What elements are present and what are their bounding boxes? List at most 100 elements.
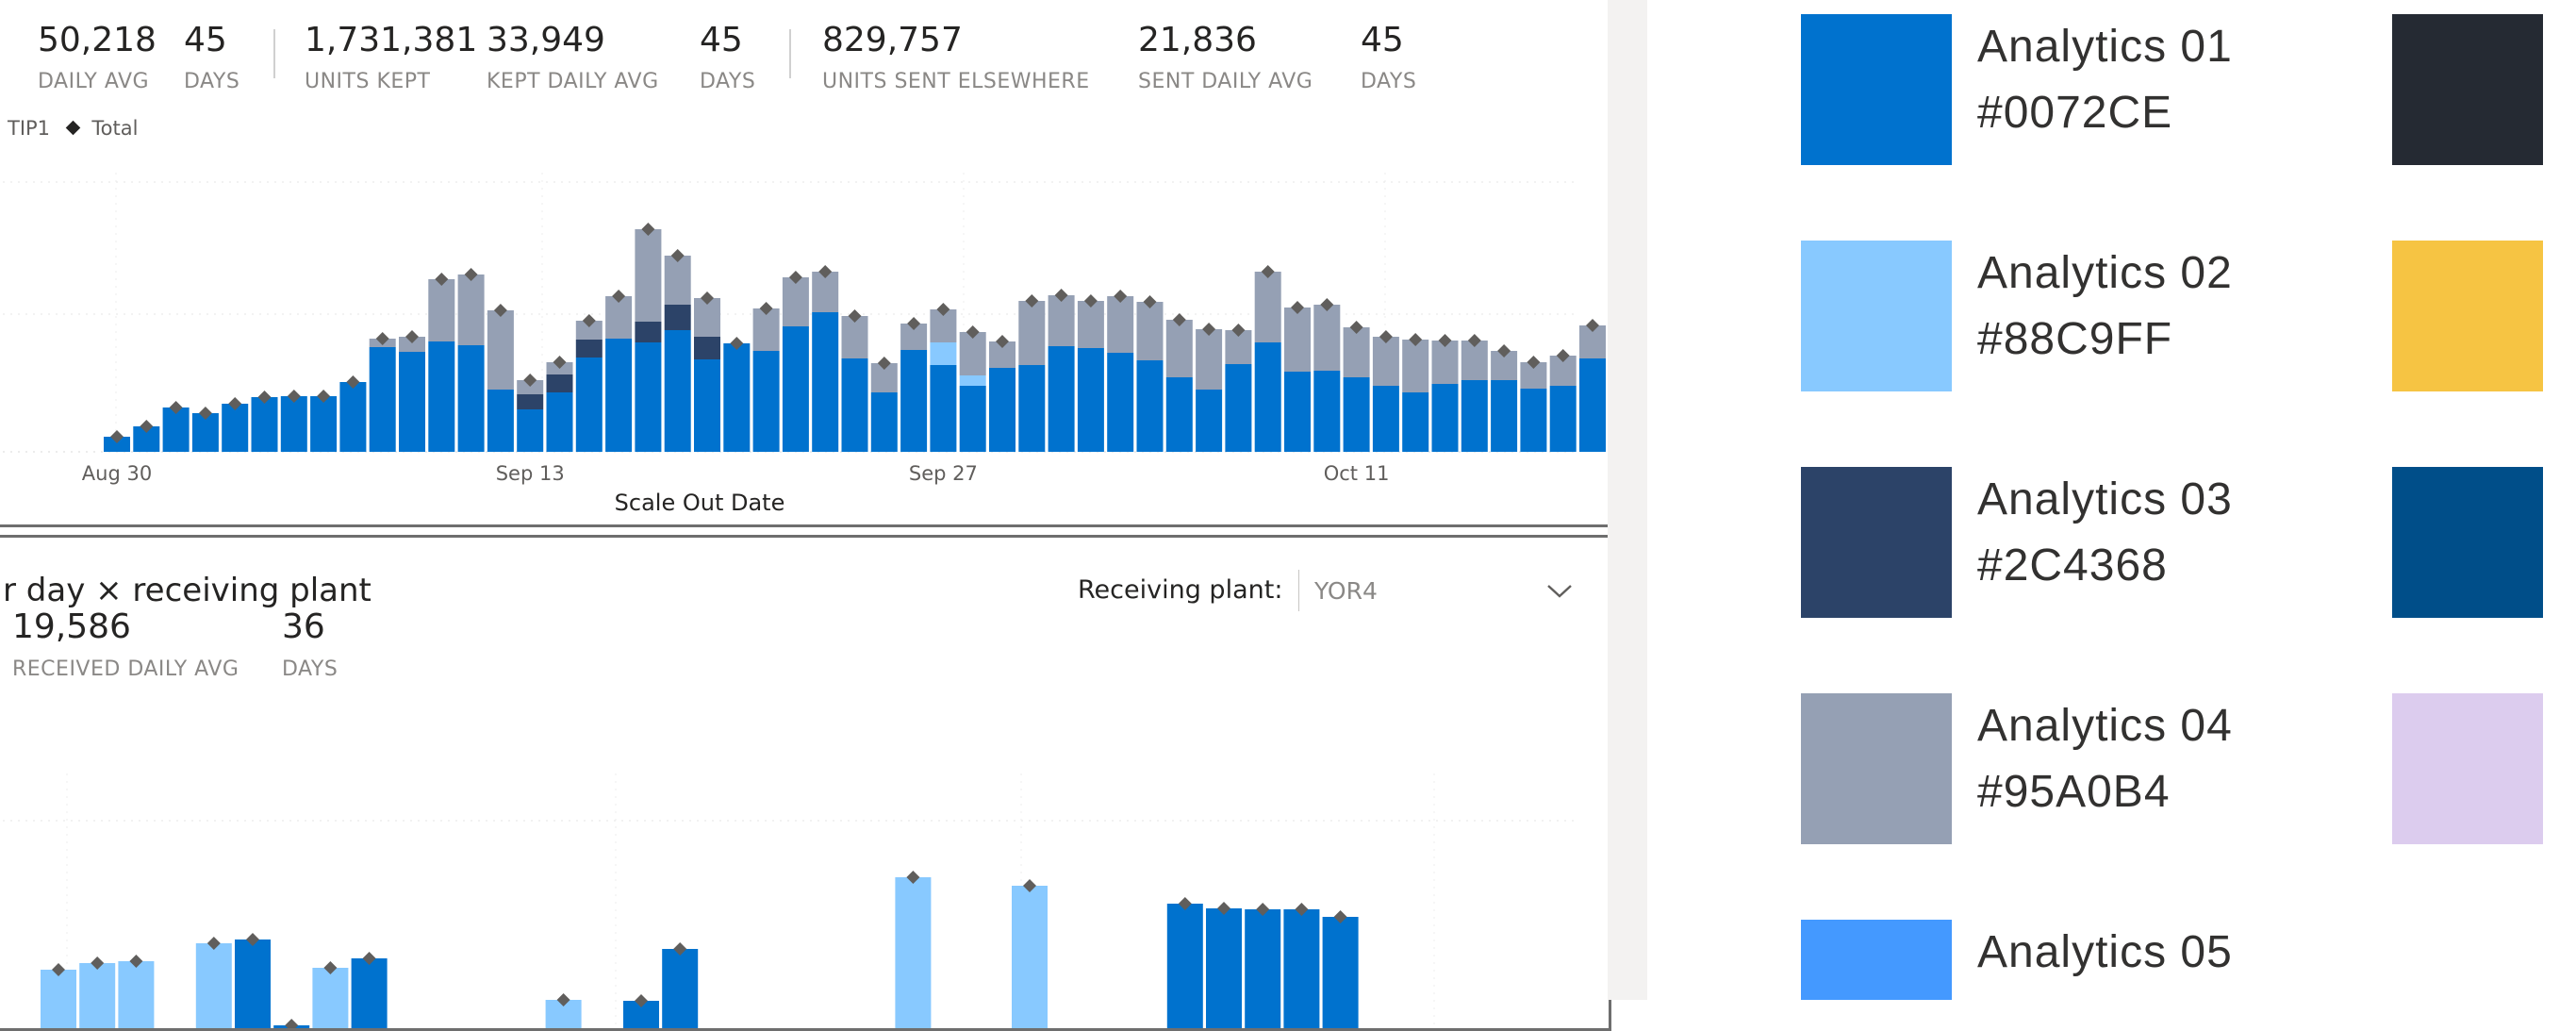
units-by-scale-out-card: 50,218 DAILY AVG 45 DAYS 1,731,381 UNITS… xyxy=(0,0,1611,527)
bar-segment xyxy=(1254,342,1281,452)
bar-segment xyxy=(1166,904,1203,1028)
bar-segment xyxy=(1206,908,1242,1028)
bar-segment xyxy=(1313,305,1341,371)
bar-segment xyxy=(339,382,367,452)
bar-segment xyxy=(1283,909,1320,1028)
bar-segment xyxy=(635,322,662,342)
bar-segment xyxy=(752,351,780,452)
bar-segment xyxy=(487,390,514,452)
scale-out-bar-chart[interactable]: Aug 30 Sep 13 Sep 27 Oct 11 Scale Out Date xyxy=(0,0,1609,524)
bar-segment xyxy=(546,374,573,392)
panel-divider xyxy=(1608,0,1647,1000)
bar-segment xyxy=(959,386,986,452)
bar-segment xyxy=(1284,308,1311,372)
bar-segment xyxy=(235,940,271,1028)
bar-segment xyxy=(310,396,338,452)
bar-segment xyxy=(1077,348,1104,452)
bar-segment xyxy=(1520,389,1547,452)
bar-segment xyxy=(989,368,1016,452)
swatch-name: Analytics 04 xyxy=(1977,701,2233,751)
bar-segment xyxy=(351,958,388,1028)
bar-segment xyxy=(1254,272,1281,342)
bar-segment xyxy=(1431,384,1459,452)
bar-segment xyxy=(1107,296,1134,353)
bar-segment xyxy=(1048,346,1075,452)
bar-segment xyxy=(1165,320,1193,377)
swatch-col2-2 xyxy=(2392,241,2543,391)
bar-segment xyxy=(664,305,691,330)
bar-segment xyxy=(635,229,662,322)
bar-segment xyxy=(662,949,699,1028)
bar-segment xyxy=(428,279,455,341)
bar-segment xyxy=(575,358,603,452)
bar-segment xyxy=(870,392,898,452)
bar-segment xyxy=(605,339,633,452)
bar-segment xyxy=(1313,371,1341,452)
bar-segment xyxy=(664,330,691,452)
swatch-name: Analytics 01 xyxy=(1977,22,2233,72)
bar-segment xyxy=(1284,372,1311,452)
bar-segment xyxy=(1012,886,1048,1028)
bar-segment xyxy=(399,352,425,452)
bar-segment xyxy=(251,397,278,452)
swatch-hex: #2C4368 xyxy=(1977,540,2168,590)
bar-segment xyxy=(1225,364,1252,452)
bar-segment xyxy=(694,337,720,359)
swatch-hex: #88C9FF xyxy=(1977,314,2173,364)
swatch-analytics-04 xyxy=(1801,693,1952,844)
bar-segment xyxy=(1402,340,1429,392)
bar-segment xyxy=(895,877,932,1028)
bar-segment xyxy=(1461,380,1488,452)
bar-segment xyxy=(1491,380,1518,452)
bar-segment xyxy=(517,409,544,452)
bar-segment xyxy=(575,340,603,358)
bar-segment xyxy=(1196,390,1223,452)
bar-segment xyxy=(1165,377,1193,452)
bar-segment xyxy=(782,277,809,326)
bar-segment xyxy=(1196,329,1223,390)
bar-segment xyxy=(1077,301,1104,348)
bar-segment xyxy=(457,274,485,345)
bar-segment xyxy=(41,970,76,1028)
bar-segment xyxy=(1048,295,1075,346)
swatch-col2-4 xyxy=(2392,693,2543,844)
bar-segment xyxy=(812,312,839,452)
bar-segment xyxy=(1136,360,1164,452)
bar-segment xyxy=(1018,301,1046,365)
bar-segment xyxy=(118,961,155,1028)
bar-segment xyxy=(1136,302,1164,360)
bar-segment xyxy=(1402,392,1429,452)
received-bar-chart[interactable] xyxy=(0,538,1609,1028)
bar-segment xyxy=(959,375,986,386)
bar-segment xyxy=(930,365,957,452)
x-axis-title: Scale Out Date xyxy=(615,490,785,516)
bar-segment xyxy=(487,310,514,390)
swatch-analytics-03 xyxy=(1801,467,1952,618)
swatch-analytics-01 xyxy=(1801,14,1952,165)
bar-segment xyxy=(546,392,573,452)
bar-segment xyxy=(723,343,751,452)
bar-segment xyxy=(841,358,868,452)
bar-segment xyxy=(1372,386,1399,452)
bar-segment xyxy=(1579,358,1606,452)
swatch-name: Analytics 03 xyxy=(1977,474,2233,524)
swatch-hex: #95A0B4 xyxy=(1977,767,2171,817)
swatch-analytics-02 xyxy=(1801,241,1952,391)
bar-segment xyxy=(1107,353,1134,452)
bar-segment xyxy=(162,407,190,452)
bar-segment xyxy=(428,341,455,452)
bar-segment xyxy=(782,326,809,452)
x-tick-label: Aug 30 xyxy=(82,462,152,485)
swatch-col2-1 xyxy=(2392,14,2543,165)
bar-segment xyxy=(195,943,232,1028)
swatch-name: Analytics 05 xyxy=(1977,927,2233,977)
bar-segment xyxy=(1343,327,1370,377)
bar-segment xyxy=(1549,386,1577,452)
bar-segment xyxy=(635,342,662,452)
bar-segment xyxy=(1322,917,1359,1028)
bar-segment xyxy=(79,963,116,1028)
total-marker xyxy=(285,1019,299,1028)
swatch-analytics-05 xyxy=(1801,920,1952,1000)
x-tick-label: Sep 13 xyxy=(496,462,565,485)
swatch-col2-3 xyxy=(2392,467,2543,618)
